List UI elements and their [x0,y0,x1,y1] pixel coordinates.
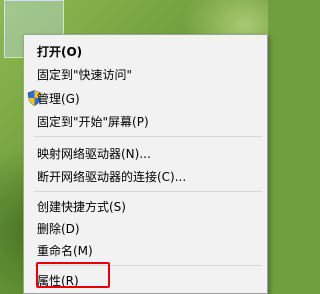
menu-item-disconnect-network-drive[interactable]: 断开网络驱动器的连接(C)... [24,165,267,187]
menu-separator [34,191,262,192]
properties-highlight-box [36,262,110,288]
menu-item-create-shortcut[interactable]: 创建快捷方式(S) [24,195,267,217]
menu-item-label: 固定到"开始"屏幕(P) [37,115,149,129]
menu-item-label: 重命名(M) [37,244,93,258]
context-menu: 打开(O) 固定到"快速访问" 管理(G) 固定到"开始"屏幕(P) 映射网络驱… [23,34,268,294]
menu-separator [34,136,262,137]
menu-item-map-network-drive[interactable]: 映射网络驱动器(N)... [24,142,267,164]
menu-item-label: 管理(G) [37,92,80,106]
menu-item-label: 断开网络驱动器的连接(C)... [37,170,187,184]
menu-item-label: 打开(O) [37,45,83,59]
menu-item-label: 创建快捷方式(S) [37,200,126,214]
menu-item-label: 删除(D) [37,222,80,236]
menu-item-label: 映射网络驱动器(N)... [37,147,151,161]
menu-item-pin-start[interactable]: 固定到"开始"屏幕(P) [24,110,267,132]
menu-item-rename[interactable]: 重命名(M) [24,239,267,261]
menu-item-delete[interactable]: 删除(D) [24,217,267,239]
menu-item-pin-quick-access[interactable]: 固定到"快速访问" [24,63,267,85]
menu-item-label: 固定到"快速访问" [37,68,133,82]
menu-item-open[interactable]: 打开(O) [24,40,267,62]
menu-item-manage[interactable]: 管理(G) [24,87,267,109]
